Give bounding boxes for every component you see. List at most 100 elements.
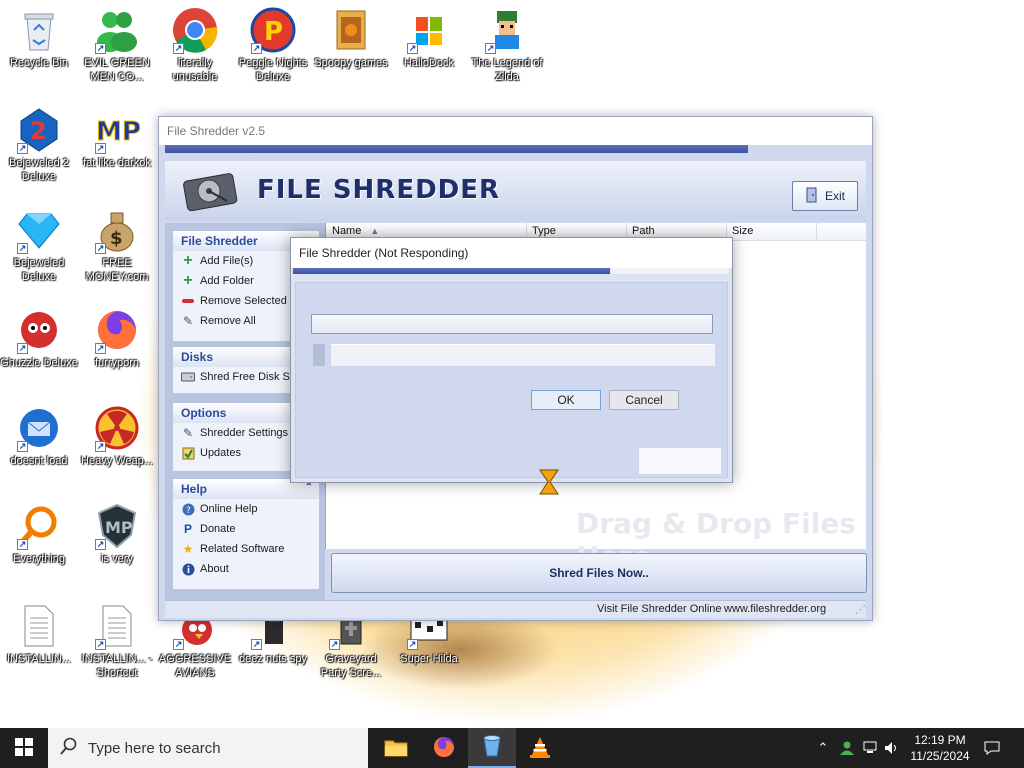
search-placeholder: Type here to search xyxy=(88,739,221,757)
dialog-progress-band xyxy=(293,268,610,274)
column-name[interactable]: Name ▲ xyxy=(332,225,379,237)
shortcut-arrow-icon: ↗ xyxy=(95,43,106,54)
taskbar-file-explorer[interactable] xyxy=(372,728,420,768)
dialog-titlebar[interactable]: File Shredder (Not Responding) xyxy=(291,238,732,268)
desktop-icon-label: Ghuzzle Deluxe xyxy=(0,357,78,369)
windows-logo-icon xyxy=(15,737,33,759)
desktop-icon-evil-green-men[interactable]: ↗ EVIL GREEN MEN CO... xyxy=(78,6,156,84)
shortcut-arrow-icon: ↗ xyxy=(17,343,28,354)
notifications-icon[interactable] xyxy=(980,728,1004,768)
shortcut-arrow-icon: ↗ xyxy=(95,441,106,452)
desktop-icon-spoopy-games[interactable]: Spoopy games xyxy=(312,6,390,70)
desktop-icon-label: Spoopy games xyxy=(314,57,388,69)
paypal-icon: P xyxy=(183,522,192,536)
exit-button[interactable]: Exit xyxy=(792,181,858,211)
taskbar-search[interactable]: Type here to search xyxy=(48,728,368,768)
desktop-icon-installin[interactable]: INSTALLIN... xyxy=(0,602,78,666)
online-help-item[interactable]: ? Online Help xyxy=(173,499,319,519)
item-label: Related Software xyxy=(200,543,285,555)
item-label: Remove Selected xyxy=(200,295,287,307)
windows-shield-icon: ↗ xyxy=(405,6,453,54)
column-size[interactable]: Size xyxy=(732,225,753,237)
desktop-icon-bejeweled[interactable]: ↗ Bejeweled Deluxe xyxy=(0,206,78,284)
help-heading-label: Help xyxy=(181,482,208,496)
desktop-icon-installin-shortcut[interactable]: ↗ INSTALLIN... - Shortcut xyxy=(78,602,156,680)
collapse-chevron-icon[interactable]: ⌃ xyxy=(305,482,313,493)
exit-label: Exit xyxy=(824,189,845,203)
desktop-icon-everything[interactable]: ↗ Everything xyxy=(0,502,78,566)
shred-files-now-button[interactable]: Shred Files Now.. xyxy=(331,553,867,593)
bejeweled-icon: ↗ xyxy=(15,206,63,254)
shortcut-arrow-icon: ↗ xyxy=(17,243,28,254)
desktop-icon-label: Bejeweled Deluxe xyxy=(13,257,65,283)
volume-icon[interactable] xyxy=(882,728,902,768)
item-label: Add Folder xyxy=(200,275,254,287)
shortcut-arrow-icon: ↗ xyxy=(251,639,262,650)
network-icon[interactable] xyxy=(860,728,882,768)
recycle-bin-icon xyxy=(15,6,63,54)
green-men-icon: ↗ xyxy=(93,6,141,54)
updates-icon xyxy=(181,446,195,460)
about-item[interactable]: About xyxy=(173,559,319,579)
disk-icon xyxy=(181,370,195,384)
clock-date: 11/25/2024 xyxy=(910,749,970,763)
resize-grip-icon[interactable]: ⋰ xyxy=(855,603,866,616)
help-question-icon: ? xyxy=(181,502,195,516)
zilda-icon: ↗ xyxy=(483,6,531,54)
minus-icon xyxy=(181,294,195,308)
shortcut-arrow-icon: ↗ xyxy=(173,639,184,650)
shortcut-arrow-icon: ↗ xyxy=(95,639,106,650)
bejeweled2-icon: 2 ↗ xyxy=(15,106,63,154)
window-title: File Shredder v2.5 xyxy=(167,124,266,138)
desktop-icon-heavy-weapon[interactable]: ↗ Heavy Weap... xyxy=(78,404,156,468)
taskbar-clock[interactable]: 12:19 PM 11/25/2024 xyxy=(900,732,980,764)
column-label: Name xyxy=(332,225,362,237)
taskbar-file-shredder[interactable] xyxy=(468,728,516,768)
desktop-icon-label: The Legend of Zilda xyxy=(471,57,543,83)
window-titlebar[interactable]: File Shredder v2.5 xyxy=(159,117,872,145)
column-divider[interactable] xyxy=(816,223,817,241)
shortcut-arrow-icon: ↗ xyxy=(95,243,106,254)
desktop-icon-furryporn[interactable]: ↗ furryporn xyxy=(78,306,156,370)
svg-text:MP: MP xyxy=(105,518,133,537)
taskbar-firefox[interactable] xyxy=(420,728,468,768)
visit-online-link[interactable]: Visit File Shredder Online xyxy=(597,603,722,615)
ok-button[interactable]: OK xyxy=(531,390,601,410)
not-responding-dialog[interactable]: File Shredder (Not Responding) OK Cancel xyxy=(290,237,733,483)
desktop-icon-label: INSTALLIN... - Shortcut xyxy=(81,653,153,679)
desktop-icon-is-very[interactable]: MP ↗ is very xyxy=(78,502,156,566)
desktop-icon-legend-of-zilda[interactable]: ↗ The Legend of Zilda xyxy=(468,6,546,84)
desktop-icon-label: Heavy Weap... xyxy=(81,455,153,467)
desktop-icon-hallodock[interactable]: ↗ HalloDock xyxy=(390,6,468,70)
desktop-icon-label: doesnt load xyxy=(10,455,68,467)
donate-item[interactable]: P Donate xyxy=(173,519,319,539)
frozen-progress-bar xyxy=(311,314,713,334)
column-path[interactable]: Path xyxy=(632,225,655,237)
shortcut-arrow-icon: ↗ xyxy=(173,43,184,54)
shortcut-arrow-icon: ↗ xyxy=(17,441,28,452)
app-header: FILE SHREDDER Exit xyxy=(165,161,866,221)
desktop-icon-ghuzzle[interactable]: ↗ Ghuzzle Deluxe xyxy=(0,306,78,370)
desktop-icon-bejeweled2[interactable]: 2 ↗ Bejeweled 2 Deluxe xyxy=(0,106,78,184)
start-button[interactable] xyxy=(0,728,48,768)
item-label: Shred Free Disk Sp xyxy=(200,371,296,383)
folder-games-icon xyxy=(327,6,375,54)
taskbar-vlc[interactable] xyxy=(516,728,564,768)
text-file-icon xyxy=(15,602,63,650)
item-label: Donate xyxy=(200,523,236,535)
desktop-icon-peggle[interactable]: P ↗ Peggle Nights Deluxe xyxy=(234,6,312,84)
cancel-button[interactable]: Cancel xyxy=(609,390,679,410)
tray-overflow-chevron-icon[interactable]: ⌃ xyxy=(812,728,834,768)
desktop-icon-doesnt-load[interactable]: ↗ doesnt load xyxy=(0,404,78,468)
related-software-item[interactable]: ★ Related Software xyxy=(173,539,319,559)
desktop-icon-recycle-bin[interactable]: Recycle Bin xyxy=(0,6,78,70)
tray-people-icon[interactable] xyxy=(836,728,858,768)
desktop-icon-free-money[interactable]: $ ↗ FREE MONEY.com xyxy=(78,206,156,284)
desktop-icon-chrome[interactable]: ↗ literally unusable xyxy=(156,6,234,84)
sort-ascending-icon: ▲ xyxy=(370,226,380,236)
website-link[interactable]: www.fileshredder.org xyxy=(724,603,826,615)
column-type[interactable]: Type xyxy=(532,225,556,237)
desktop-icon-fat-like-darkok[interactable]: MP ↗ fat like darkok xyxy=(78,106,156,170)
svg-text:?: ? xyxy=(186,506,191,516)
desktop-icon-label: is very xyxy=(101,553,133,565)
